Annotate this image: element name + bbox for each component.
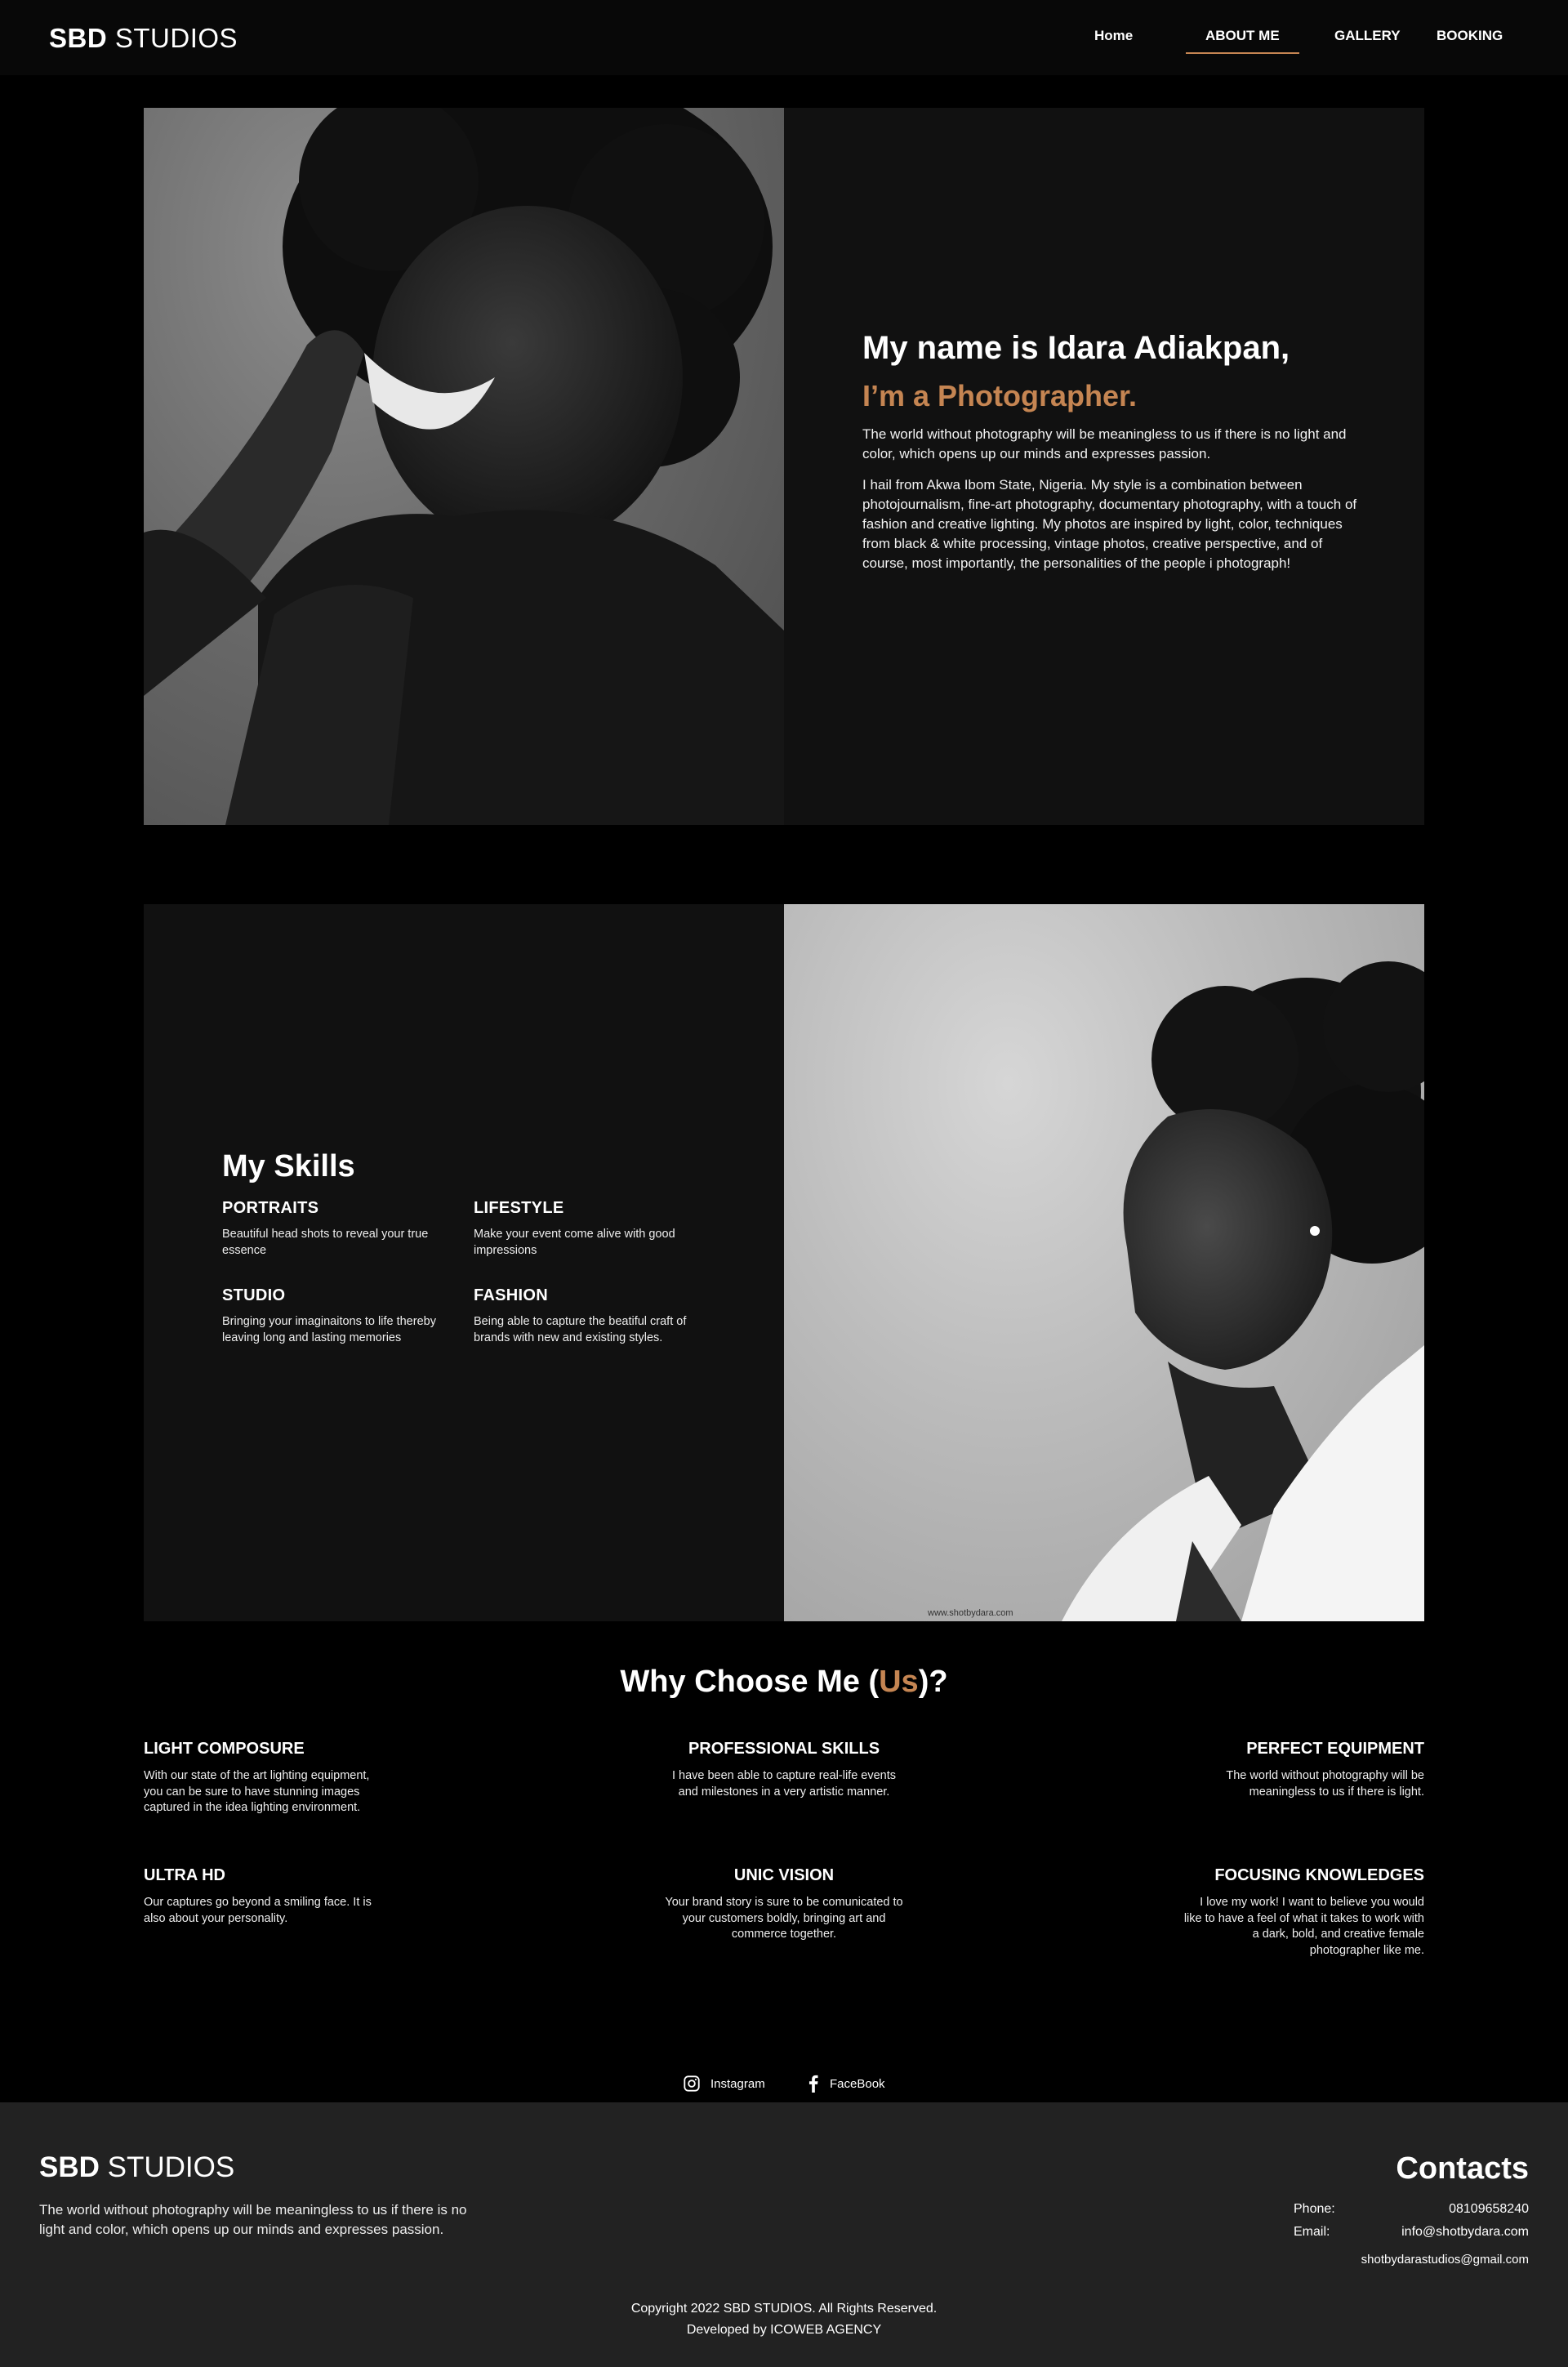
phone-value[interactable]: 08109658240 (1449, 2202, 1529, 2217)
profile-illustration (1062, 961, 1424, 1621)
feature-unic-vision: UNIC VISION Your brand story is sure to … (662, 1866, 906, 1943)
feature-perfect-equipment: PERFECT EQUIPMENT The world without phot… (1179, 1740, 1424, 1800)
skill-title: PORTRAITS (222, 1199, 319, 1217)
feature-desc: The world without photography will be me… (1226, 1769, 1424, 1799)
why-title-post: )? (918, 1665, 948, 1699)
feature-ultra-hd: ULTRA HD Our captures go beyond a smilin… (144, 1866, 389, 1927)
facebook-label: FaceBook (830, 2076, 885, 2091)
email-value-primary[interactable]: info@shotbydara.com (1401, 2225, 1529, 2240)
feature-desc: Your brand story is sure to be comunicat… (665, 1896, 903, 1941)
skill-title: STUDIO (222, 1286, 286, 1304)
feature-title: FOCUSING KNOWLEDGES (1214, 1866, 1424, 1884)
skills-title: My Skills (222, 1149, 355, 1184)
skill-fashion: FASHION Being able to capture the beatif… (474, 1286, 725, 1346)
logo-light: STUDIOS (114, 23, 238, 53)
contact-email-row: Email: info@shotbydara.com (0, 2225, 1568, 2243)
skill-desc: Make your event come alive with good imp… (474, 1228, 675, 1257)
about-section: My name is Idara Adiakpan, I’m a Photogr… (144, 108, 1424, 825)
skill-desc: Being able to capture the beatiful craft… (474, 1315, 687, 1344)
instagram-label: Instagram (710, 2076, 765, 2091)
site-logo[interactable]: SBD STUDIOS (49, 23, 238, 54)
developer-credit: Developed by ICOWEB AGENCY (686, 2323, 882, 2337)
about-text: My name is Idara Adiakpan, I’m a Photogr… (862, 328, 1369, 573)
skill-desc: Beautiful head shots to reveal your true… (222, 1228, 429, 1257)
why-choose-title: Why Choose Me (Us)? (0, 1665, 1568, 1700)
portrait-illustration (144, 108, 784, 825)
feature-desc: Our captures go beyond a smiling face. I… (144, 1896, 372, 1925)
photo-watermark: www.shotbydara.com (928, 1608, 1013, 1618)
skills-list: My Skills PORTRAITS Beautiful head shots… (222, 1149, 728, 1346)
feature-focusing-knowledges: FOCUSING KNOWLEDGES I love my work! I wa… (1179, 1866, 1424, 1959)
site-footer: SBD STUDIOS The world without photograph… (0, 2102, 1568, 2367)
feature-light-composure: LIGHT COMPOSURE With our state of the ar… (144, 1740, 389, 1816)
nav-gallery[interactable]: GALLERY (1334, 28, 1401, 44)
nav-home[interactable]: Home (1094, 28, 1133, 44)
footer-logo-light: STUDIOS (107, 2151, 235, 2183)
email-value-secondary[interactable]: shotbydarastudios@gmail.com (1361, 2253, 1529, 2267)
feature-title: PROFESSIONAL SKILLS (688, 1740, 880, 1758)
skill-portraits: PORTRAITS Beautiful head shots to reveal… (222, 1199, 474, 1259)
contact-email-row-2: shotbydarastudios@gmail.com (0, 2253, 1568, 2271)
about-bio: I hail from Akwa Ibom State, Nigeria. My… (862, 477, 1357, 571)
portrait-photo-profile: www.shotbydara.com (784, 904, 1424, 1621)
nav-about-me[interactable]: ABOUT ME (1186, 28, 1299, 54)
top-navbar: SBD STUDIOS Home ABOUT ME GALLERY BOOKIN… (0, 0, 1568, 75)
portrait-photo-smiling (144, 108, 784, 825)
contact-phone-row: Phone: 08109658240 (0, 2202, 1568, 2220)
skill-studio: STUDIO Bringing your imaginaitons to lif… (222, 1286, 474, 1346)
feature-desc: I love my work! I want to believe you wo… (1183, 1896, 1424, 1957)
facebook-icon (808, 2075, 818, 2093)
role-heading: I’m a Photographer. (862, 379, 1138, 412)
feature-title: UNIC VISION (733, 1866, 835, 1884)
skill-title: LIFESTYLE (474, 1199, 564, 1217)
feature-desc: With our state of the art lighting equip… (144, 1769, 370, 1814)
logo-bold: SBD (49, 23, 108, 53)
feature-title: LIGHT COMPOSURE (144, 1740, 305, 1758)
footer-logo[interactable]: SBD STUDIOS (39, 2151, 234, 2184)
skill-desc: Bringing your imaginaitons to life there… (222, 1315, 436, 1344)
why-title-pre: Why Choose Me ( (620, 1665, 880, 1699)
email-label: Email: (1294, 2225, 1330, 2239)
skill-lifestyle: LIFESTYLE Make your event come alive wit… (474, 1199, 725, 1259)
copyright-block: Copyright 2022 SBD STUDIOS. All Rights R… (0, 2298, 1568, 2341)
why-title-accent: Us (879, 1665, 919, 1699)
feature-title: PERFECT EQUIPMENT (1246, 1740, 1424, 1758)
skills-section: My Skills PORTRAITS Beautiful head shots… (144, 904, 1424, 1621)
instagram-link[interactable]: Instagram (683, 2075, 765, 2093)
facebook-link[interactable]: FaceBook (807, 2075, 885, 2093)
name-heading: My name is Idara Adiakpan, (862, 330, 1290, 366)
nav-booking[interactable]: BOOKING (1437, 28, 1503, 44)
contacts-title: Contacts (1396, 2151, 1529, 2186)
feature-title: ULTRA HD (144, 1866, 225, 1884)
copyright-text: Copyright 2022 SBD STUDIOS. All Rights R… (630, 2302, 938, 2316)
about-intro: The world without photography will be me… (862, 426, 1347, 461)
phone-label: Phone: (1294, 2202, 1335, 2216)
footer-logo-bold: SBD (39, 2151, 100, 2183)
feature-desc: I have been able to capture real-life ev… (671, 1769, 897, 1799)
instagram-icon (684, 2075, 700, 2092)
skill-title: FASHION (474, 1286, 548, 1304)
feature-professional-skills: PROFESSIONAL SKILLS I have been able to … (662, 1740, 906, 1800)
